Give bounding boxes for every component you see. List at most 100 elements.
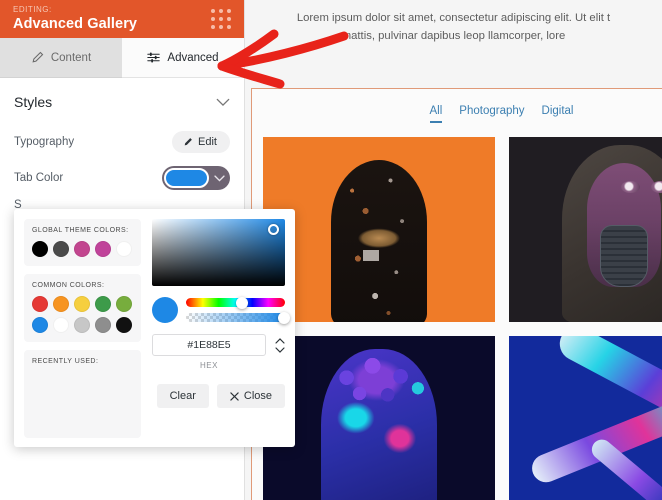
common-swatch-black[interactable] [116, 317, 132, 333]
edit-typography-label: Edit [198, 136, 217, 148]
hue-slider[interactable] [186, 296, 285, 309]
global-swatch-white[interactable] [116, 241, 132, 257]
gallery-filter-all[interactable]: All [429, 105, 443, 123]
global-swatch-black[interactable] [32, 241, 48, 257]
common-swatch-white[interactable] [53, 317, 69, 333]
gallery-filter-tabs: All Photography Digital [252, 89, 662, 123]
chevron-up-icon[interactable] [275, 338, 285, 344]
color-picker-actions: Clear Close [152, 384, 285, 408]
grid-dot [227, 25, 232, 30]
grid-dot [210, 8, 215, 13]
tab-color-caret[interactable] [209, 174, 230, 182]
recently-used-title: RECENTLY USED: [32, 358, 99, 365]
gallery-image-neon-david-bust[interactable] [263, 336, 495, 500]
color-picker-swatch-column: GLOBAL THEME COLORS: COMMON COLORS: RECE… [24, 219, 141, 447]
color-picker-controls-column: HEX Clear [141, 219, 290, 447]
gallery-widget-frame: All Photography Digital [251, 88, 662, 500]
close-x-icon [230, 391, 239, 401]
tab-color-picker-control[interactable] [162, 166, 230, 190]
chevron-down-icon[interactable] [216, 98, 230, 107]
panel-tab-bar: Content Advanced [0, 38, 244, 78]
tab-content-label: Content [50, 51, 92, 64]
grid-dot [227, 8, 232, 13]
saturation-value-area[interactable] [152, 219, 285, 286]
close-button-label: Close [243, 390, 272, 402]
editing-label: EDITING: [13, 5, 52, 14]
grid-dot [210, 16, 215, 21]
styles-section-title: Styles [14, 94, 53, 110]
chevron-down-icon[interactable] [275, 347, 285, 353]
color-slider-zone [152, 296, 290, 324]
tab-color-label: Tab Color [14, 172, 64, 184]
david-hair-shape [324, 346, 433, 412]
clear-button[interactable]: Clear [156, 384, 209, 408]
gallery-image-masked-figure-orange[interactable] [263, 137, 495, 322]
common-swatch-light-green[interactable] [116, 296, 132, 312]
clear-button-label: Clear [169, 390, 196, 402]
common-swatch-gray[interactable] [95, 317, 111, 333]
setting-row-tab-color: Tab Color [14, 160, 230, 196]
global-theme-colors-title: GLOBAL THEME COLORS: [32, 227, 129, 234]
common-colors-row-1 [32, 296, 133, 312]
grid-dot [210, 25, 215, 30]
gallery-image-hooded-figure-respirator[interactable] [508, 137, 662, 322]
global-swatch-magenta-1[interactable] [74, 241, 90, 257]
figure-respirator-mask [600, 225, 649, 287]
grid-dots-icon[interactable] [210, 8, 232, 30]
alpha-slider[interactable] [186, 311, 290, 324]
common-colors-group: COMMON COLORS: [24, 274, 141, 342]
grid-dot [227, 16, 232, 21]
chevron-up-down-icon[interactable] [275, 338, 285, 366]
tab-advanced[interactable]: Advanced [122, 38, 244, 78]
panel-header: EDITING: Advanced Gallery [0, 0, 244, 38]
gallery-preview-area: Lorem ipsum dolor sit amet, consectetur … [245, 0, 662, 500]
global-swatch-dark-gray[interactable] [53, 241, 69, 257]
hex-format-label: HEX [200, 361, 218, 370]
chrome-limb-1 [553, 336, 662, 422]
global-theme-colors-row [32, 241, 133, 257]
common-swatch-yellow[interactable] [74, 296, 90, 312]
current-color-preview [152, 297, 178, 323]
hex-input[interactable] [152, 334, 266, 356]
hue-slider-handle[interactable] [236, 296, 249, 309]
grid-dot [218, 16, 223, 21]
common-swatch-light-gray[interactable] [74, 317, 90, 333]
color-picker-popup: GLOBAL THEME COLORS: COMMON COLORS: RECE… [14, 209, 295, 447]
common-colors-row-2 [32, 317, 133, 333]
common-swatch-green[interactable] [95, 296, 111, 312]
sliders-icon [147, 52, 161, 63]
hex-field-wrapper: HEX [152, 334, 266, 370]
panel-title: Advanced Gallery [13, 16, 138, 32]
saturation-handle[interactable] [268, 224, 279, 235]
gallery-grid [252, 123, 662, 500]
styles-section-header[interactable]: Styles [14, 94, 230, 124]
common-swatch-blue[interactable] [32, 317, 48, 333]
tab-content[interactable]: Content [0, 38, 122, 78]
common-swatch-red[interactable] [32, 296, 48, 312]
tab-color-swatch[interactable] [164, 168, 209, 188]
typography-label: Typography [14, 136, 75, 148]
figure-eye-left [620, 181, 640, 193]
setting-row-typography: Typography Edit [14, 124, 230, 160]
gallery-filter-digital[interactable]: Digital [542, 105, 574, 123]
chevron-down-icon [214, 174, 225, 182]
grid-dot [218, 25, 223, 30]
figure-mouth-patch [363, 250, 380, 262]
pencil-icon [32, 51, 44, 63]
editor-settings-panel: EDITING: Advanced Gallery Content Advanc… [0, 0, 295, 500]
gallery-filter-photography[interactable]: Photography [459, 105, 524, 123]
close-button[interactable]: Close [216, 384, 285, 408]
alpha-slider-handle[interactable] [278, 311, 290, 324]
common-swatch-orange[interactable] [53, 296, 69, 312]
figure-graffiti-pattern [330, 160, 427, 322]
slider-stack [186, 296, 290, 324]
recently-used-group: RECENTLY USED: [24, 350, 141, 438]
app-root: Lorem ipsum dolor sit amet, consectetur … [0, 0, 662, 500]
global-swatch-magenta-2[interactable] [95, 241, 111, 257]
figure-head-shape [330, 160, 427, 322]
gallery-image-neon-chrome-limbs[interactable] [508, 336, 662, 500]
preview-intro-line-1: Lorem ipsum dolor sit amet, consectetur … [296, 12, 611, 24]
grid-dot [218, 8, 223, 13]
tab-advanced-label: Advanced [167, 51, 219, 64]
edit-typography-button[interactable]: Edit [172, 131, 230, 153]
